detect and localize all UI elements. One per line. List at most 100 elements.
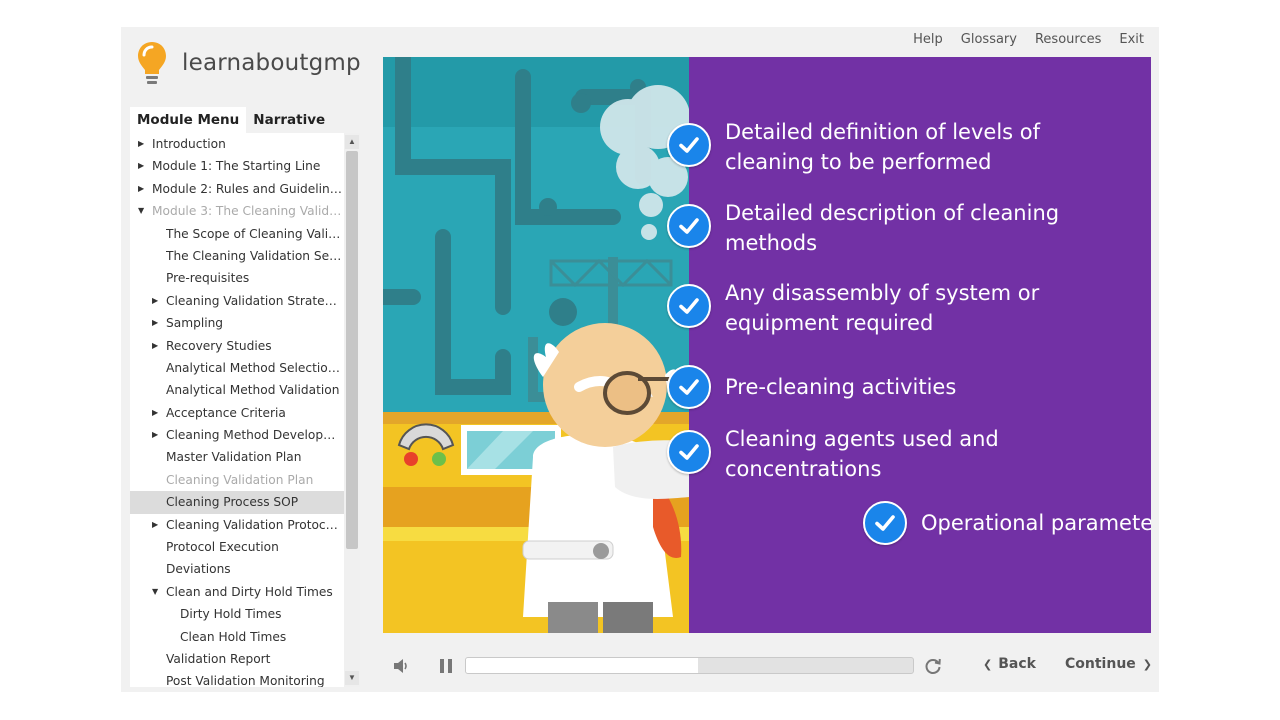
sidebar-item[interactable]: The Cleaning Validation Sequ… — [130, 245, 344, 267]
checkmark-icon — [667, 430, 711, 474]
bullet-text: Pre-cleaning activities — [725, 372, 956, 402]
sidebar-item[interactable]: Validation Report — [130, 648, 344, 670]
sidebar-item-label: Clean and Dirty Hold Times — [166, 584, 333, 599]
sidebar-item-label: Module 3: The Cleaning Validati… — [152, 204, 342, 219]
app-name: learnaboutgmp — [182, 50, 361, 76]
sidebar-item-label: The Cleaning Validation Sequ… — [166, 248, 342, 263]
continue-button[interactable]: Continue ❯ — [1065, 656, 1152, 672]
bullet-item: Cleaning agents used and concentrations — [667, 427, 999, 484]
sidebar-item[interactable]: ▶ Recovery Studies — [130, 335, 344, 357]
sidebar-item[interactable]: ▶ Introduction — [130, 133, 344, 155]
scroll-thumb[interactable] — [346, 151, 358, 549]
progress-fill — [466, 658, 699, 673]
glossary-link[interactable]: Glossary — [961, 32, 1017, 47]
chevron-right-icon: ❯ — [1142, 658, 1152, 671]
scroll-up-icon[interactable]: ▲ — [345, 135, 359, 149]
sidebar-item[interactable]: Protocol Execution — [130, 536, 344, 558]
bullet-line: concentrations — [725, 457, 882, 481]
sidebar-item[interactable]: Clean Hold Times — [130, 626, 344, 648]
sidebar-item-label: Module 2: Rules and Guidelines — [152, 181, 342, 196]
continue-label: Continue — [1065, 656, 1136, 672]
sidebar-item-label: Cleaning Validation Plan — [166, 472, 314, 487]
sidebar-item-label: Dirty Hold Times — [180, 607, 282, 622]
sidebar-item[interactable]: ▶ Module 1: The Starting Line — [130, 155, 344, 177]
replay-icon[interactable] — [924, 657, 942, 675]
sidebar-item[interactable]: Master Validation Plan — [130, 446, 344, 468]
sidebar-item[interactable]: ▶ Acceptance Criteria — [130, 402, 344, 424]
bullet-text: Detailed description of cleaning methods — [725, 198, 1059, 258]
sidebar-item[interactable]: Cleaning Process SOP — [130, 491, 344, 514]
sidebar-item[interactable]: ▶ Cleaning Validation Protocols — [130, 514, 344, 536]
sidebar-item-label: Clean Hold Times — [180, 629, 287, 644]
player-controls: ❮ Back Continue ❯ — [383, 645, 1152, 687]
bullet-text: Operational paramete — [921, 508, 1151, 538]
sidebar-item-label: Pre-requisites — [166, 271, 250, 286]
resources-link[interactable]: Resources — [1035, 32, 1101, 47]
app-logo: learnaboutgmp — [136, 40, 361, 86]
expand-right-icon[interactable]: ▶ — [138, 155, 144, 177]
sidebar-tabs: Module Menu Narrative — [130, 107, 332, 133]
sidebar-item[interactable]: Pre-requisites — [130, 267, 344, 289]
sidebar-item-label: Recovery Studies — [166, 338, 272, 353]
pause-icon[interactable] — [438, 658, 454, 674]
sidebar-item[interactable]: ▶ Sampling — [130, 312, 344, 334]
bullet-text: Detailed definition of levels of cleaning… — [725, 117, 1040, 177]
sidebar-item[interactable]: ▶ Module 2: Rules and Guidelines — [130, 178, 344, 200]
bullet-line: equipment required — [725, 311, 934, 335]
checkmark-icon — [863, 501, 907, 545]
bullet-item: Operational paramete — [863, 501, 1151, 545]
expand-right-icon[interactable]: ▶ — [152, 402, 158, 424]
expand-down-icon[interactable]: ▼ — [138, 200, 144, 222]
bullet-line: Detailed definition of levels of — [725, 120, 1041, 144]
top-nav: Help Glossary Resources Exit — [895, 32, 1144, 47]
sidebar-item[interactable]: Analytical Method Selection … — [130, 357, 344, 379]
checkmark-icon — [667, 204, 711, 248]
sidebar-item[interactable]: ▶ Cleaning Method Developme… — [130, 424, 344, 446]
expand-right-icon[interactable]: ▶ — [152, 424, 158, 446]
sidebar-item-label: Module 1: The Starting Line — [152, 159, 321, 174]
expand-right-icon[interactable]: ▶ — [152, 312, 158, 334]
progress-bar[interactable] — [465, 657, 914, 674]
sidebar-item[interactable]: Deviations — [130, 558, 344, 580]
sidebar-item[interactable]: Post Validation Monitoring — [130, 670, 344, 687]
exit-link[interactable]: Exit — [1119, 32, 1144, 47]
sidebar-item[interactable]: ▼ Clean and Dirty Hold Times — [130, 581, 344, 603]
sidebar-item-label: Master Validation Plan — [166, 450, 302, 465]
sidebar-item-label: Acceptance Criteria — [166, 405, 286, 420]
sidebar-item-label: Validation Report — [166, 651, 271, 666]
scroll-down-icon[interactable]: ▼ — [345, 671, 359, 685]
tab-module-menu[interactable]: Module Menu — [130, 107, 247, 133]
volume-icon[interactable] — [393, 658, 409, 674]
bullet-line: Operational paramete — [921, 511, 1151, 535]
bullet-item: Any disassembly of system or equipment re… — [667, 281, 1039, 338]
back-label: Back — [998, 656, 1036, 672]
back-button[interactable]: ❮ Back — [983, 656, 1036, 672]
sidebar-item-label: Analytical Method Validation — [166, 383, 340, 398]
menu-scrollbar[interactable]: ▲ ▼ — [344, 133, 360, 687]
bullet-line: methods — [725, 231, 818, 255]
bullet-item: Detailed definition of levels of cleaning… — [667, 120, 1040, 177]
sidebar-item-label: Analytical Method Selection … — [166, 360, 342, 375]
lab-scientist-illustration — [383, 57, 689, 633]
sidebar-item-label: Cleaning Validation Strategy, … — [166, 293, 342, 308]
sidebar-item[interactable]: Dirty Hold Times — [130, 603, 344, 625]
expand-right-icon[interactable]: ▶ — [152, 514, 158, 536]
lightbulb-icon — [138, 42, 166, 84]
sidebar-item-label: Introduction — [152, 137, 226, 151]
expand-down-icon[interactable]: ▼ — [152, 581, 158, 603]
checkmark-icon — [667, 365, 711, 409]
bullet-line: Cleaning agents used and — [725, 427, 999, 451]
expand-right-icon[interactable]: ▶ — [152, 290, 158, 312]
sidebar-item[interactable]: The Scope of Cleaning Valida… — [130, 223, 344, 245]
sidebar-item-label: Post Validation Monitoring — [166, 674, 325, 687]
sidebar-item[interactable]: ▼ Module 3: The Cleaning Validati… — [130, 200, 344, 222]
expand-right-icon[interactable]: ▶ — [138, 133, 144, 155]
help-link[interactable]: Help — [913, 32, 943, 47]
expand-right-icon[interactable]: ▶ — [152, 335, 158, 357]
sidebar-item[interactable]: Cleaning Validation Plan — [130, 469, 344, 491]
expand-right-icon[interactable]: ▶ — [138, 178, 144, 200]
bullet-line: Detailed description of cleaning — [725, 201, 1060, 225]
sidebar-item[interactable]: Analytical Method Validation — [130, 379, 344, 401]
tab-narrative[interactable]: Narrative — [246, 107, 332, 133]
sidebar-item[interactable]: ▶ Cleaning Validation Strategy, … — [130, 290, 344, 312]
